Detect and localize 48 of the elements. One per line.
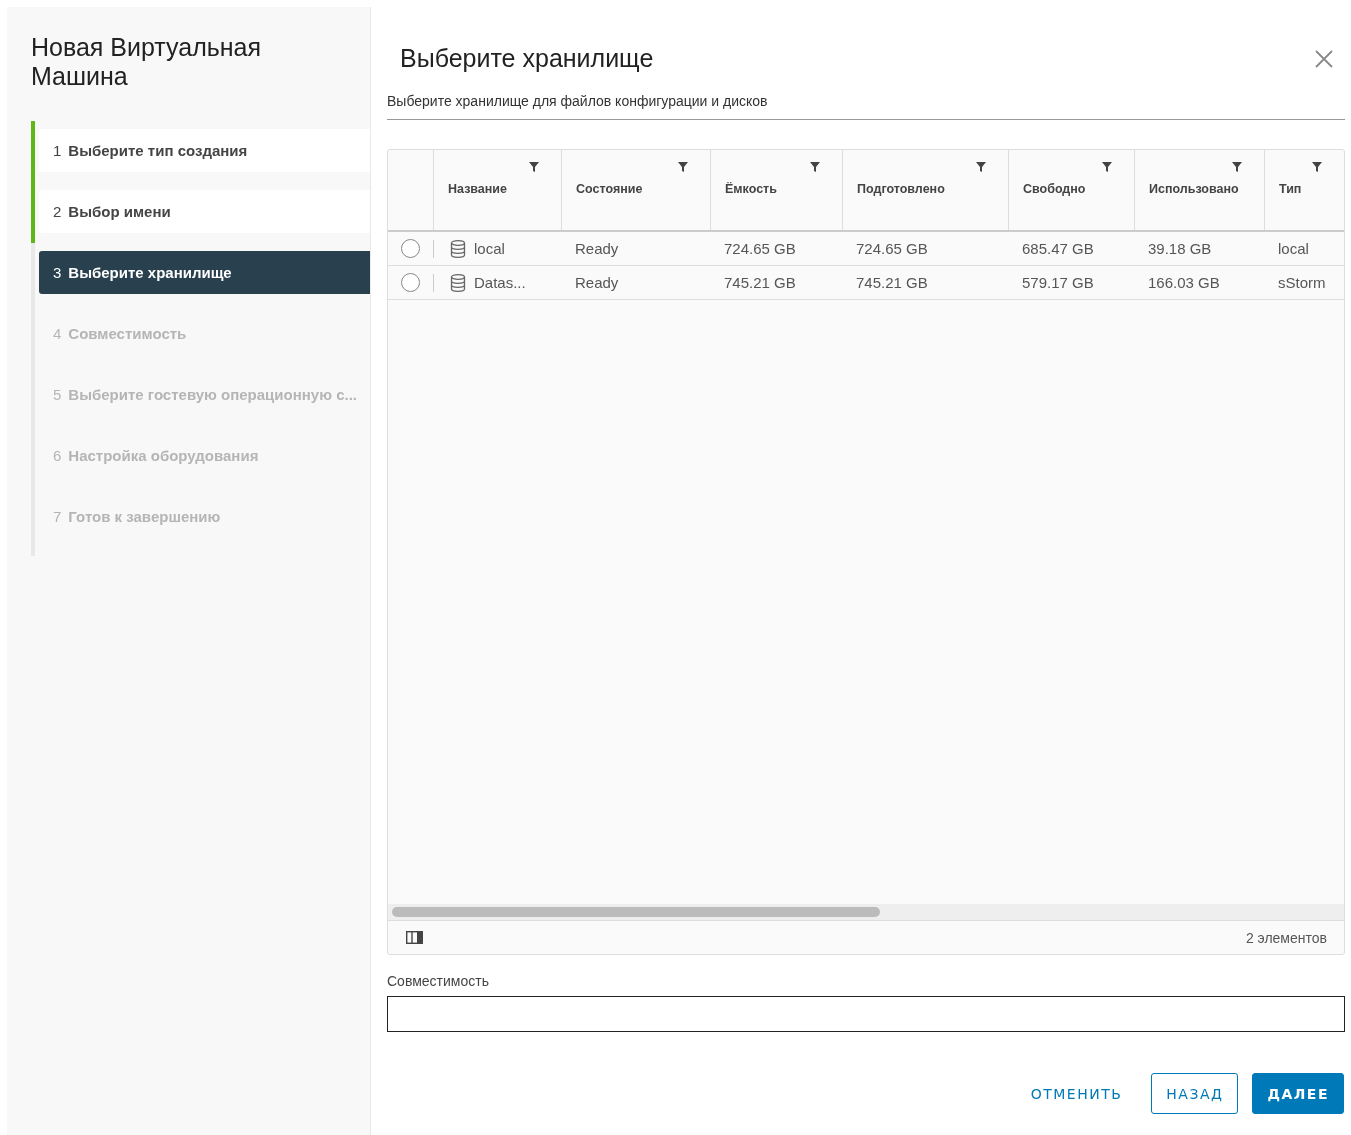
cancel-button[interactable]: ОТМЕНИТЬ [1015,1073,1138,1114]
filter-icon[interactable] [810,162,820,172]
column-header[interactable]: Ёмкость [710,150,842,230]
column-header[interactable]: Использовано [1134,150,1264,230]
wizard-step[interactable]: 3 Выберите хранилище [39,251,370,294]
back-button[interactable]: НАЗАД [1151,1073,1239,1114]
scrollbar-thumb[interactable] [392,907,880,917]
radio-button[interactable] [401,273,420,292]
table-cell-text: 579.17 GB [1021,274,1095,291]
table-cell: Datas... [474,274,526,291]
wizard-step[interactable]: 1 Выберите тип создания [39,129,370,172]
table-cell-text: 745.21 GB [723,274,797,291]
database-icon [450,273,466,292]
field-label: Совместимость [387,973,490,989]
filter-icon[interactable] [678,162,688,172]
compatibility-field[interactable] [387,996,1345,1032]
column-header[interactable]: Состояние [561,150,710,230]
table-cell: local [474,240,505,257]
column-header[interactable]: Тип [1264,150,1344,230]
next-button[interactable]: ДАЛЕЕ [1252,1073,1344,1114]
page-subtitle: Выберите хранилище для файлов конфигурации и дисков [387,86,1345,120]
filter-icon[interactable] [1232,162,1242,172]
column-toggle-icon[interactable] [406,931,423,944]
table-cell-text: 39.18 GB [1147,240,1213,257]
radio-button[interactable] [401,239,420,258]
column-header[interactable]: Подготовлено [842,150,1008,230]
database-icon [450,239,466,258]
table-cell-text: sStorm [1277,274,1327,291]
item-count: 2 элементов [1245,929,1327,946]
table-cell-text: local [1277,240,1310,257]
table-cell-text: Ready [574,274,620,291]
column-header[interactable]: Название [433,150,561,230]
table-cell-text: 724.65 GB [723,240,797,257]
filter-icon[interactable] [1102,162,1112,172]
table-cell-text: 685.47 GB [1021,240,1095,257]
wizard-step[interactable]: 2 Выбор имени [39,190,370,233]
filter-icon[interactable] [976,162,986,172]
table-cell-text: 745.21 GB [855,274,929,291]
table-cell-text: Ready [574,240,620,257]
column-header[interactable]: Свободно [1008,150,1134,230]
close-icon[interactable] [1315,49,1333,68]
filter-icon[interactable] [529,162,539,172]
page-title: Выберите хранилище [400,44,654,73]
scrollbar-track[interactable] [388,904,1344,920]
wizard-title: Новая Виртуальная Машина [31,33,263,91]
table-cell-text: 166.03 GB [1147,274,1221,291]
table-cell-text: 724.65 GB [855,240,929,257]
filter-icon[interactable] [1312,162,1322,172]
